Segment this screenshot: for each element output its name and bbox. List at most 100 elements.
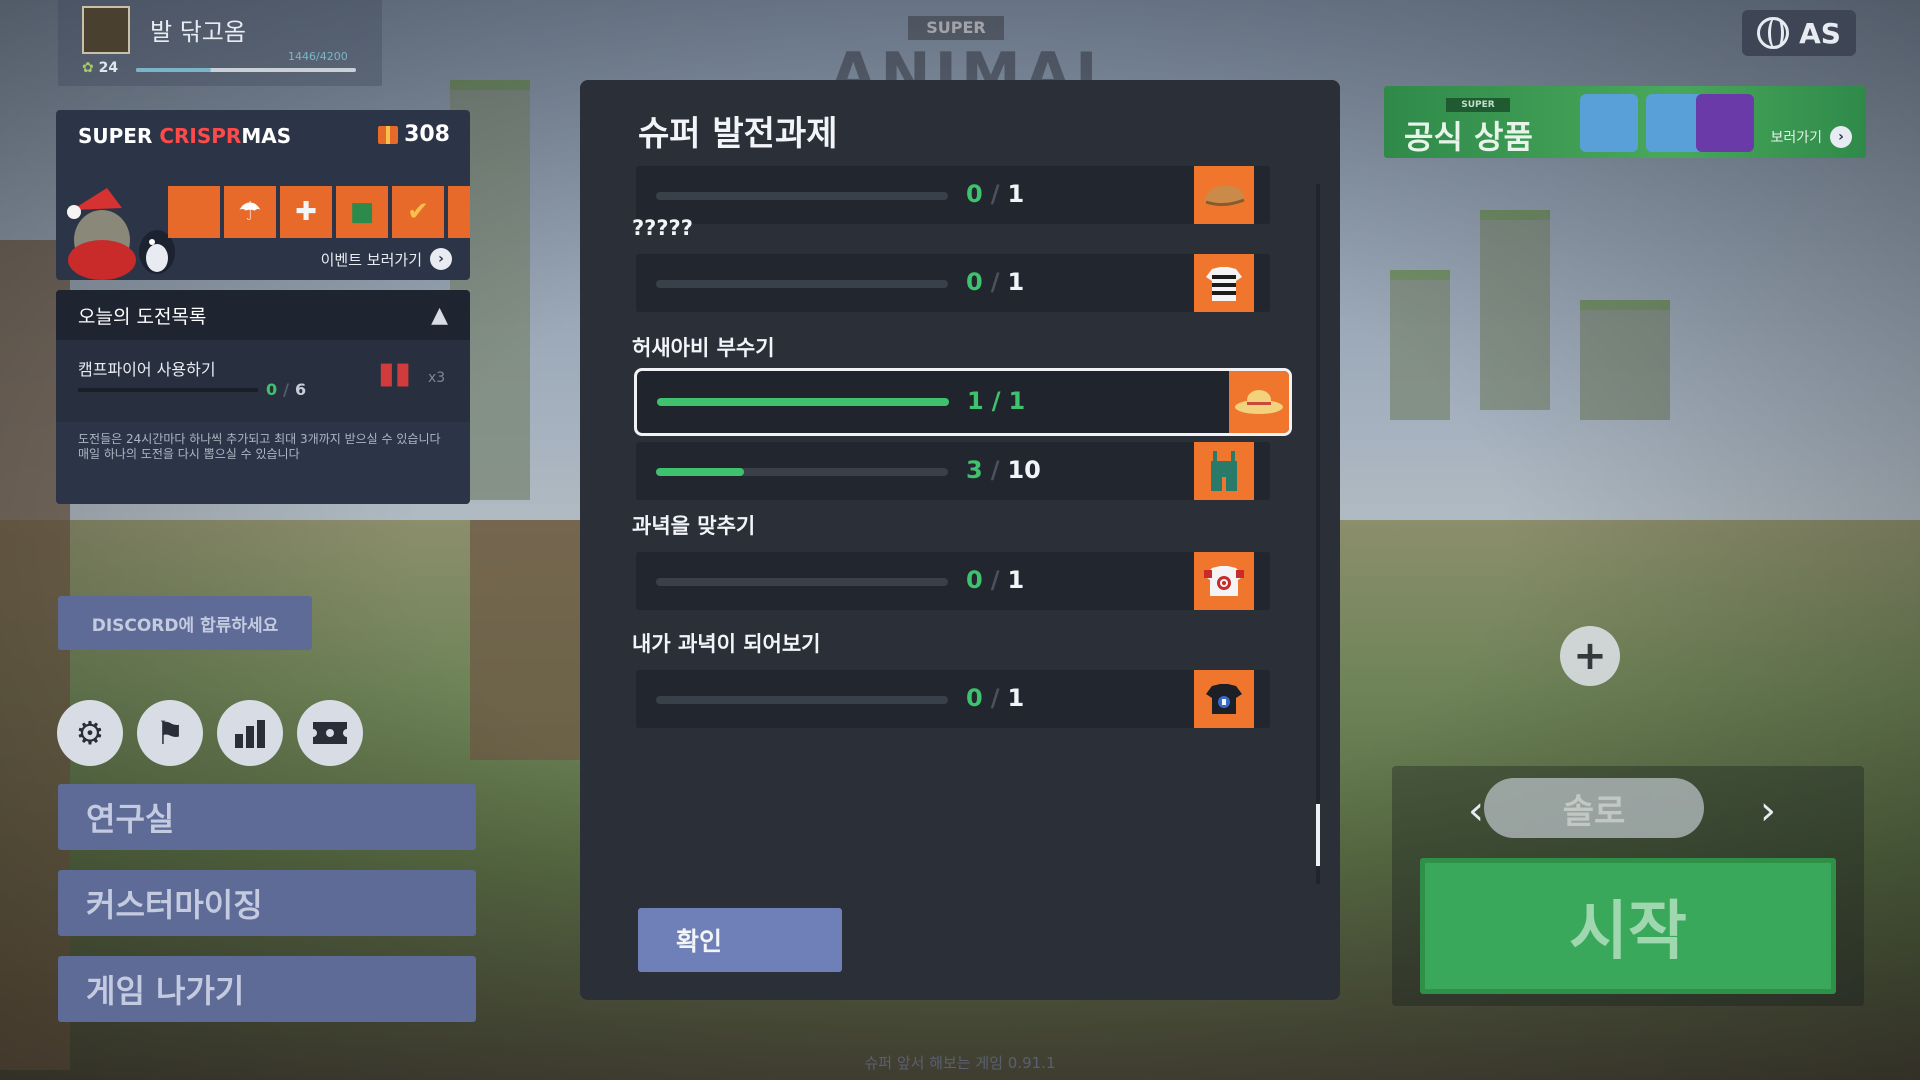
achievement-progress: 0/1 xyxy=(966,566,1024,594)
settings-button[interactable]: ⚙ xyxy=(57,700,123,766)
achievement-section-title: 과녁을 맞추기 xyxy=(632,514,756,538)
player-level-value: 24 xyxy=(98,60,119,76)
achievement-separator: / xyxy=(990,180,1000,208)
event-item: ✔ xyxy=(392,186,444,238)
mode-selector[interactable]: 솔로 xyxy=(1484,778,1704,838)
super-achievements-modal: 슈퍼 발전과제 0/1 ????? 0/1 허새아비 부수기 1/1 3/10 xyxy=(580,80,1340,1000)
achievement-total: 10 xyxy=(1007,456,1041,484)
xp-text: 1446/4200 xyxy=(288,50,348,63)
achievement-progress-bar xyxy=(656,578,948,586)
globe-icon xyxy=(1757,17,1790,49)
challenge-progress: 0 / 6 xyxy=(266,380,306,399)
achievement-total: 1 xyxy=(1007,180,1025,208)
achievement-row[interactable]: 0/1 xyxy=(636,166,1270,224)
customize-button[interactable]: 커스터마이징 xyxy=(58,870,476,936)
gear-icon: ⚙ xyxy=(75,714,105,752)
achievement-separator: / xyxy=(990,268,1000,296)
modal-scrollbar-track[interactable] xyxy=(1316,184,1320,884)
event-link[interactable]: 이벤트 보러가기 › xyxy=(321,248,452,270)
official-shop-banner[interactable]: SUPER 공식 상품 보러가기 › xyxy=(1384,86,1866,158)
achievement-progress: 1/1 xyxy=(967,387,1025,415)
candy-cane-icon: ✚ xyxy=(295,197,317,227)
achievement-progress: 0/1 xyxy=(966,180,1024,208)
stats-button[interactable] xyxy=(217,700,283,766)
discord-button[interactable]: DISCORD에 합류하세요 xyxy=(58,596,312,650)
start-button[interactable]: 시작 xyxy=(1420,858,1836,994)
event-item xyxy=(448,186,470,238)
achievement-row[interactable]: 3/10 xyxy=(636,442,1270,500)
event-item: ■ xyxy=(336,186,388,238)
challenges-footer-line2: 매일 하나의 도전을 다시 뽑으실 수 있습니다 xyxy=(78,447,300,461)
shop-link[interactable]: 보러가기 › xyxy=(1770,126,1852,148)
add-player-button[interactable]: + xyxy=(1560,626,1620,686)
exit-game-button[interactable]: 게임 나가기 xyxy=(58,956,476,1022)
language-code: AS xyxy=(1799,16,1841,50)
event-item: ✚ xyxy=(280,186,332,238)
challenge-current: 0 xyxy=(266,380,278,399)
striped-shirt-icon xyxy=(1194,254,1254,312)
shop-super-label: SUPER xyxy=(1446,98,1510,112)
challenges-header: 오늘의 도전목록 ▲ xyxy=(56,290,470,340)
achievement-section-title: ????? xyxy=(632,216,693,240)
number-shirt-icon xyxy=(1194,670,1254,728)
achievement-row[interactable]: 0/1 xyxy=(636,254,1270,312)
avatar xyxy=(82,6,130,54)
version-text: 슈퍼 앞서 해보는 게임 0.91.1 xyxy=(864,1054,1056,1072)
achievement-progress-bar xyxy=(656,280,948,288)
modal-scrollbar-thumb[interactable] xyxy=(1316,804,1320,866)
event-count-value: 308 xyxy=(404,122,450,147)
challenge-multiplier: x3 xyxy=(428,370,446,386)
achievement-separator: / xyxy=(990,684,1000,712)
player-profile[interactable]: 발 닦고옴 ✿ 24 1446/4200 xyxy=(58,0,382,86)
event-item xyxy=(168,186,220,238)
daily-challenges-card: 오늘의 도전목록 ▲ 캠프파이어 사용하기 0 / 6 ▮▮ x3 도전들은 24시… xyxy=(56,290,470,504)
ticket-icon xyxy=(313,722,347,744)
achievement-separator: / xyxy=(990,456,1000,484)
challenges-title: 오늘의 도전목록 xyxy=(78,305,207,328)
achievement-separator: / xyxy=(991,387,1001,415)
stick-icon: ✔ xyxy=(407,197,429,227)
xp-bar xyxy=(136,68,356,72)
player-name: 발 닦고옴 xyxy=(150,18,246,46)
shop-title: 공식 상품 xyxy=(1404,118,1533,156)
achievement-progress-bar xyxy=(656,468,948,476)
event-card[interactable]: SUPER CRISPRMAS 308 ☂ ✚ ■ ✔ 이벤트 보러가기 › xyxy=(56,110,470,280)
flag-icon: ⚑ xyxy=(155,714,185,752)
achievement-progress: 3/10 xyxy=(966,456,1041,484)
event-title-part3: MAS xyxy=(241,124,292,148)
challenge-item[interactable]: 캠프파이어 사용하기 0 / 6 ▮▮ x3 xyxy=(56,346,470,408)
achievement-current: 0 xyxy=(966,268,983,296)
background-pillar xyxy=(1390,270,1450,420)
achievement-current: 0 xyxy=(966,566,983,594)
modal-title: 슈퍼 발전과제 xyxy=(638,114,838,154)
achievement-total: 1 xyxy=(1008,387,1026,415)
research-button[interactable]: 연구실 xyxy=(58,784,476,850)
shirt-icon xyxy=(1580,94,1638,152)
sweater-icon: ■ xyxy=(349,197,375,227)
achievement-row-selected[interactable]: 1/1 xyxy=(634,368,1292,436)
mode-next-button[interactable]: › xyxy=(1760,788,1776,834)
background-crate xyxy=(470,520,580,760)
achievement-row[interactable]: 0/1 xyxy=(636,552,1270,610)
event-mascot-image xyxy=(67,188,175,280)
flag-button[interactable]: ⚑ xyxy=(137,700,203,766)
event-title: SUPER CRISPRMAS xyxy=(78,124,291,148)
achievement-total: 1 xyxy=(1007,684,1025,712)
arrow-right-icon: › xyxy=(1830,126,1852,148)
target-shirt-icon xyxy=(1194,552,1254,610)
background-pillar xyxy=(1580,300,1670,420)
achievement-progress-fill xyxy=(656,468,744,476)
achievement-current: 3 xyxy=(966,456,983,484)
language-button[interactable]: AS xyxy=(1742,10,1856,56)
achievement-progress: 0/1 xyxy=(966,268,1024,296)
confirm-button[interactable]: 확인 xyxy=(638,908,842,972)
event-title-part2: CRISPR xyxy=(159,124,242,148)
ticket-button[interactable] xyxy=(297,700,363,766)
mode-prev-button[interactable]: ‹ xyxy=(1468,788,1484,834)
achievement-separator: / xyxy=(990,566,1000,594)
background-title-super: SUPER xyxy=(908,16,1004,40)
challenge-total: 6 xyxy=(294,380,307,399)
achievement-row[interactable]: 0/1 xyxy=(636,670,1270,728)
achievement-current: 1 xyxy=(967,387,984,415)
challenge-progress-bar xyxy=(78,388,258,392)
